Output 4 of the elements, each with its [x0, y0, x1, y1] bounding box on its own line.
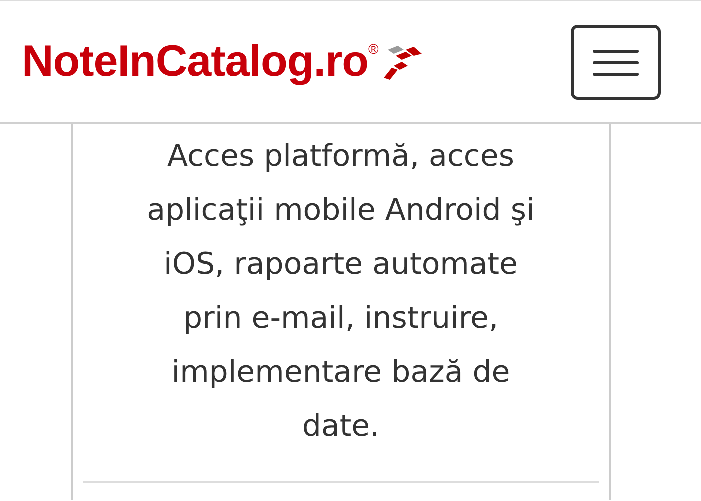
menu-button[interactable]	[571, 25, 661, 100]
logo-text[interactable]: NoteInCatalog.ro$^{®}$	[22, 36, 378, 86]
description-text: Acces platformă, acces aplicaţii mobile Android şi iOS, rapoarte automate prin e-mail, instruire, implementare bază de date.	[146, 138, 536, 446]
menu-icon	[593, 48, 639, 76]
